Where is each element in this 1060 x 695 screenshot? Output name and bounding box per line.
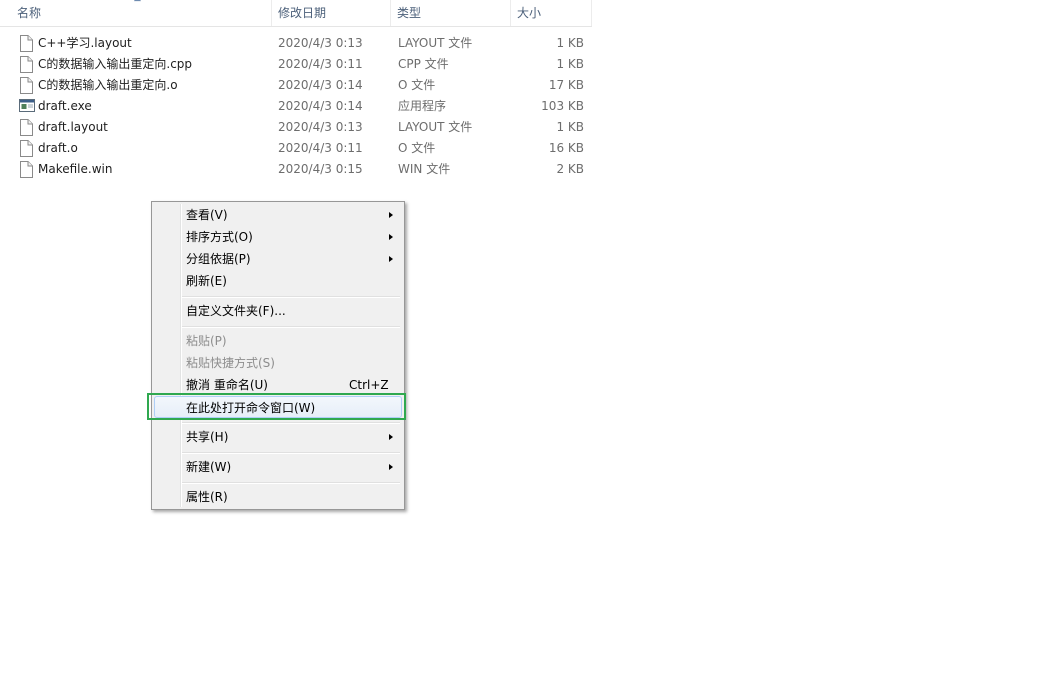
menu-item-refresh[interactable]: 刷新(E) xyxy=(154,270,402,292)
menu-separator xyxy=(182,326,400,328)
file-size: 17 KB xyxy=(548,78,584,92)
file-date: 2020/4/3 0:14 xyxy=(278,78,363,92)
file-date: 2020/4/3 0:15 xyxy=(278,162,363,176)
annotation-highlight-box xyxy=(147,393,406,420)
file-date: 2020/4/3 0:14 xyxy=(278,99,363,113)
file-size: 16 KB xyxy=(548,141,584,155)
menu-separator xyxy=(182,296,400,298)
menu-item-properties-label: 属性(R) xyxy=(186,490,228,504)
menu-item-paste-shortcut: 粘贴快捷方式(S) xyxy=(154,352,402,374)
file-row[interactable]: draft.exe 2020/4/3 0:14 应用程序 103 KB xyxy=(0,96,592,117)
file-list: C++学习.layout 2020/4/3 0:13 LAYOUT 文件 1 KB C的… xyxy=(0,33,592,180)
file-name: draft.o xyxy=(38,141,78,155)
menu-item-share-label: 共享(H) xyxy=(186,430,229,444)
exe-icon xyxy=(19,98,35,115)
file-name: draft.layout xyxy=(38,120,108,134)
file-date: 2020/4/3 0:11 xyxy=(278,141,363,155)
file-icon xyxy=(19,56,33,73)
file-size: 103 KB xyxy=(541,99,584,113)
file-type: LAYOUT 文件 xyxy=(398,36,473,50)
submenu-arrow-icon xyxy=(389,434,393,440)
menu-item-sort-by-label: 排序方式(O) xyxy=(186,230,253,244)
file-row[interactable]: Makefile.win 2020/4/3 0:15 WIN 文件 2 KB xyxy=(0,159,592,180)
menu-item-view[interactable]: 查看(V) xyxy=(154,204,402,226)
context-menu: 查看(V) 排序方式(O) 分组依据(P) 刷新(E) 自定义文件夹(F)...… xyxy=(151,201,405,510)
file-name: C的数据输入输出重定向.o xyxy=(38,78,178,92)
file-date: 2020/4/3 0:13 xyxy=(278,120,363,134)
submenu-arrow-icon xyxy=(389,234,393,240)
submenu-arrow-icon xyxy=(389,212,393,218)
file-row[interactable]: C的数据输入输出重定向.cpp 2020/4/3 0:11 CPP 文件 1 KB xyxy=(0,54,592,75)
menu-item-refresh-label: 刷新(E) xyxy=(186,274,227,288)
column-header: ▲ 名称 修改日期 类型 大小 xyxy=(0,0,592,27)
menu-separator xyxy=(182,422,400,424)
file-date: 2020/4/3 0:11 xyxy=(278,57,363,71)
file-name: C++学习.layout xyxy=(38,36,132,50)
file-name: C的数据输入输出重定向.cpp xyxy=(38,57,193,71)
file-name: Makefile.win xyxy=(38,162,113,176)
file-type: O 文件 xyxy=(398,141,436,155)
file-size: 1 KB xyxy=(556,36,584,50)
column-header-name[interactable]: 名称 xyxy=(0,0,272,26)
menu-item-paste-shortcut-label: 粘贴快捷方式(S) xyxy=(186,356,275,370)
menu-item-group-by-label: 分组依据(P) xyxy=(186,252,251,266)
file-row[interactable]: C的数据输入输出重定向.o 2020/4/3 0:14 O 文件 17 KB xyxy=(0,75,592,96)
menu-item-new-label: 新建(W) xyxy=(186,460,232,474)
menu-item-paste-label: 粘贴(P) xyxy=(186,334,227,348)
file-date: 2020/4/3 0:13 xyxy=(278,36,363,50)
file-size: 1 KB xyxy=(556,120,584,134)
column-header-date[interactable]: 修改日期 xyxy=(272,0,391,26)
file-icon xyxy=(19,35,33,52)
file-size: 2 KB xyxy=(556,162,584,176)
menu-item-group-by[interactable]: 分组依据(P) xyxy=(154,248,402,270)
menu-item-paste: 粘贴(P) xyxy=(154,330,402,352)
file-icon xyxy=(19,140,33,157)
menu-item-sort-by[interactable]: 排序方式(O) xyxy=(154,226,402,248)
file-row[interactable]: draft.layout 2020/4/3 0:13 LAYOUT 文件 1 KB xyxy=(0,117,592,138)
file-size: 1 KB xyxy=(556,57,584,71)
file-row[interactable]: C++学习.layout 2020/4/3 0:13 LAYOUT 文件 1 KB xyxy=(0,33,592,54)
menu-separator xyxy=(182,452,400,454)
file-type: O 文件 xyxy=(398,78,436,92)
menu-separator xyxy=(182,482,400,484)
file-row[interactable]: draft.o 2020/4/3 0:11 O 文件 16 KB xyxy=(0,138,592,159)
menu-item-new[interactable]: 新建(W) xyxy=(154,456,402,478)
file-type: 应用程序 xyxy=(398,99,447,113)
column-header-size[interactable]: 大小 xyxy=(511,0,592,26)
file-type: CPP 文件 xyxy=(398,57,449,71)
file-type: LAYOUT 文件 xyxy=(398,120,473,134)
file-icon xyxy=(19,119,33,136)
file-icon xyxy=(19,77,33,94)
submenu-arrow-icon xyxy=(389,256,393,262)
column-header-type[interactable]: 类型 xyxy=(391,0,511,26)
menu-item-properties[interactable]: 属性(R) xyxy=(154,486,402,508)
menu-item-share[interactable]: 共享(H) xyxy=(154,426,402,448)
file-icon xyxy=(19,161,33,178)
menu-item-customize-folder-label: 自定义文件夹(F)... xyxy=(186,304,286,318)
menu-item-view-label: 查看(V) xyxy=(186,208,228,222)
file-type: WIN 文件 xyxy=(398,162,451,176)
menu-item-customize-folder[interactable]: 自定义文件夹(F)... xyxy=(154,300,402,322)
file-name: draft.exe xyxy=(38,99,92,113)
submenu-arrow-icon xyxy=(389,464,393,470)
